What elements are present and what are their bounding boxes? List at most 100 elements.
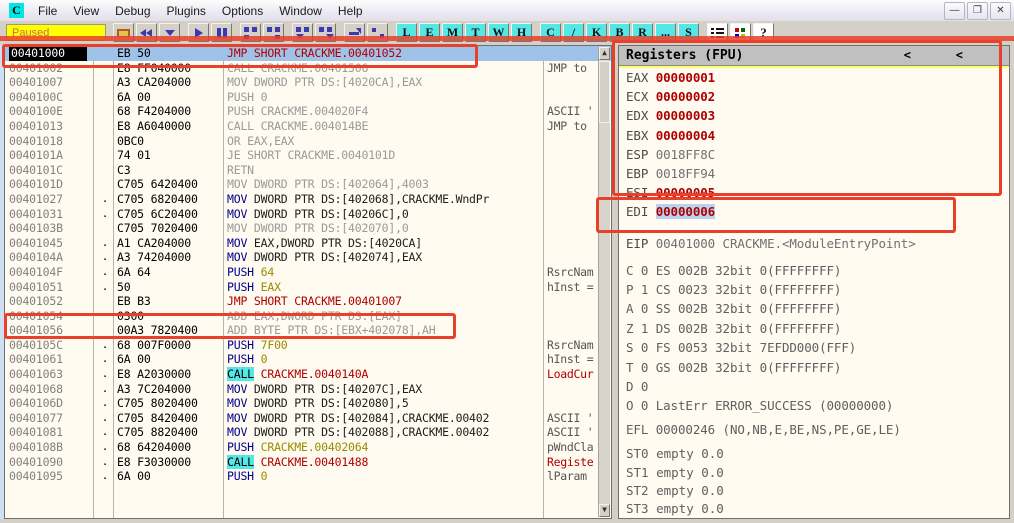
disassembly-row[interactable]: 00401063. E8 A2030000 CALL CRACKME.0040140… xyxy=(5,367,611,382)
instruction-marker[interactable]: . xyxy=(97,455,113,470)
toolbar-memory-button[interactable]: M xyxy=(442,23,463,42)
register-row[interactable]: EDI 00000006 xyxy=(619,202,1009,221)
flag-row[interactable]: S 0 FS 0053 32bit 7EFDD000(FFF) xyxy=(619,338,1009,357)
menu-window[interactable]: Window xyxy=(271,3,330,19)
instruction-marker[interactable]: . xyxy=(97,250,113,265)
registers-pane[interactable]: Registers (FPU) < < EAX 00000001 ECX 0000… xyxy=(618,45,1010,519)
register-value[interactable]: 00000002 xyxy=(656,89,716,104)
animate-into-icon[interactable] xyxy=(292,23,313,42)
disassembly-row[interactable]: 00401018 0BC0 OR EAX,EAX xyxy=(5,134,611,149)
disassembly-row[interactable]: 00401052 EB B3 JMP SHORT CRACKME.00401007 xyxy=(5,294,611,309)
disassembly-row[interactable]: 00401081. C705 8820400 MOV DWORD PTR DS:[4… xyxy=(5,425,611,440)
minimize-button[interactable]: — xyxy=(944,2,965,20)
disassembly-row[interactable]: 0040108B. 68 64204000 PUSH CRACKME.0040206… xyxy=(5,440,611,455)
menu-debug[interactable]: Debug xyxy=(107,3,158,19)
scroll-thumb[interactable] xyxy=(599,61,610,123)
fpu-register-row[interactable]: ST2 empty 0.0 xyxy=(619,482,1009,500)
help-button[interactable]: ? xyxy=(753,23,774,42)
instruction-marker[interactable]: . xyxy=(97,236,113,251)
toolbar-run-trace-button[interactable]: ... xyxy=(655,23,676,42)
disassembly-row[interactable]: 0040106D. C705 8020400 MOV DWORD PTR DS:[4… xyxy=(5,396,611,411)
flag-row[interactable]: D 0 xyxy=(619,377,1009,396)
flag-row[interactable]: P 1 CS 0023 32bit 0(FFFFFFFF) xyxy=(619,280,1009,299)
menu-help[interactable]: Help xyxy=(330,3,371,19)
toolbar-log-button[interactable]: L xyxy=(396,23,417,42)
toolbar-threads-button[interactable]: T xyxy=(465,23,486,42)
disassembly-row[interactable]: 00401027. C705 6820400 MOV DWORD PTR DS:[4… xyxy=(5,192,611,207)
toolbar-cpu-button[interactable]: C xyxy=(540,23,561,42)
disassembly-row[interactable]: 00401095. 6A 00 PUSH 0 lParam xyxy=(5,469,611,484)
register-value[interactable]: 00000004 xyxy=(656,128,716,143)
cpu-flag[interactable]: A 0 xyxy=(626,301,656,316)
register-row[interactable]: EDX 00000003 xyxy=(619,106,1009,125)
cpu-flag[interactable]: C 0 xyxy=(626,263,656,278)
toolbar-callstack-button[interactable]: K xyxy=(586,23,607,42)
toolbar-patches-button[interactable]: / xyxy=(563,23,584,42)
instruction-marker[interactable]: . xyxy=(97,425,113,440)
instruction-marker[interactable]: . xyxy=(97,367,113,382)
registers-nav-prev-icon[interactable]: < xyxy=(904,46,911,65)
disassembly-row[interactable]: 00401090. E8 F3030000 CALL CRACKME.0040148… xyxy=(5,454,611,470)
execute-till-return-icon[interactable] xyxy=(344,23,365,42)
instruction-marker[interactable]: . xyxy=(97,265,113,280)
fpu-register-row[interactable]: ST3 empty 0.0 xyxy=(619,500,1009,518)
disassembly-row[interactable]: 0040101C C3 RETN xyxy=(5,163,611,178)
fpu-register-row[interactable]: ST1 empty 0.0 xyxy=(619,464,1009,482)
disassembly-row[interactable]: 00401045. A1 CA204000 MOV EAX,DWORD PTR DS… xyxy=(5,236,611,251)
toolbar-modules-button[interactable]: E xyxy=(419,23,440,42)
instruction-marker[interactable]: . xyxy=(97,396,113,411)
close-button[interactable]: ✕ xyxy=(990,2,1011,20)
disassembly-row[interactable]: 0040105C. 68 007F0000 PUSH 7F00 RsrcNam xyxy=(5,338,611,353)
menu-options[interactable]: Options xyxy=(214,3,271,19)
overflow-flag[interactable]: O 0 xyxy=(626,398,656,413)
step-into-icon[interactable] xyxy=(240,23,261,42)
disassembly-row[interactable]: 00401054 0300 ADD EAX,DWORD PTR DS:[EAX] xyxy=(5,309,611,324)
efl-row[interactable]: EFL 00000246 (NO,NB,E,BE,NS,PE,GE,LE) xyxy=(619,420,1009,439)
cpu-flag[interactable]: P 1 xyxy=(626,282,656,297)
register-value[interactable]: 00000003 xyxy=(656,108,716,123)
instruction-marker[interactable]: . xyxy=(97,352,113,367)
register-value[interactable]: 0018FF8C xyxy=(656,147,716,162)
appearance-colorgrid-icon[interactable] xyxy=(730,23,751,42)
cpu-flag[interactable]: Z 1 xyxy=(626,321,656,336)
register-row[interactable]: EAX 00000001 xyxy=(619,68,1009,87)
cpu-flag[interactable]: T 0 xyxy=(626,360,656,375)
toolbar-handles-button[interactable]: H xyxy=(511,23,532,42)
trace-icon[interactable] xyxy=(367,23,388,42)
flag-row[interactable]: T 0 GS 002B 32bit 0(FFFFFFFF) xyxy=(619,358,1009,377)
register-value[interactable]: 00000006 xyxy=(655,204,715,220)
register-row[interactable]: ESP 0018FF8C xyxy=(619,145,1009,164)
disassembly-row[interactable]: 00401068. A3 7C204000 MOV DWORD PTR DS:[40… xyxy=(5,382,611,397)
close-program-icon[interactable] xyxy=(159,23,180,42)
toolbar-references-button[interactable]: R xyxy=(632,23,653,42)
disassembly-row[interactable]: 0040100C 6A 00 PUSH 0 xyxy=(5,90,611,105)
scroll-up-arrow[interactable]: ▲ xyxy=(599,47,610,60)
instruction-marker[interactable]: . xyxy=(97,469,113,484)
animate-over-icon[interactable] xyxy=(315,23,336,42)
disassembly-row[interactable]: 00401056 00A3 7820400 ADD BYTE PTR DS:[EBX… xyxy=(5,323,611,338)
step-over-icon[interactable] xyxy=(263,23,284,42)
register-value[interactable]: 00000001 xyxy=(656,70,716,85)
menu-view[interactable]: View xyxy=(65,3,107,19)
register-row[interactable]: EBX 00000004 xyxy=(619,126,1009,145)
register-row[interactable]: ECX 00000002 xyxy=(619,87,1009,106)
disassembly-row[interactable]: 0040103B C705 7020400 MOV DWORD PTR DS:[40… xyxy=(5,221,611,236)
toolbar-source-button[interactable]: S xyxy=(678,23,699,42)
efl-value[interactable]: EFL 00000246 xyxy=(626,422,723,437)
instruction-marker[interactable]: . xyxy=(97,411,113,426)
disassembly-row[interactable]: 00401013 E8 A6040000 CALL CRACKME.004014BE… xyxy=(5,119,611,134)
toolbar-windows-button[interactable]: W xyxy=(488,23,509,42)
disassembly-row[interactable]: 00401000 EB 50 JMP SHORT CRACKME.00401052 xyxy=(5,46,611,61)
instruction-marker[interactable]: . xyxy=(97,207,113,222)
instruction-marker[interactable]: . xyxy=(97,280,113,295)
fpu-register-row[interactable]: ST0 empty 0.0 xyxy=(619,445,1009,463)
open-file-icon[interactable] xyxy=(113,23,134,42)
menu-file[interactable]: File xyxy=(30,3,65,19)
scroll-down-arrow[interactable]: ▼ xyxy=(599,504,610,517)
instruction-marker[interactable]: . xyxy=(97,338,113,353)
restart-icon[interactable] xyxy=(136,23,157,42)
eip-row[interactable]: EIP 00401000 CRACKME.<ModuleEntryPoint> xyxy=(619,234,1009,253)
toolbar-breakpoints-button[interactable]: B xyxy=(609,23,630,42)
disassembly-row[interactable]: 00401077. C705 8420400 MOV DWORD PTR DS:[4… xyxy=(5,411,611,426)
disassembly-row[interactable]: 00401002 E8 FF040000 CALL CRACKME.00401506… xyxy=(5,61,611,76)
